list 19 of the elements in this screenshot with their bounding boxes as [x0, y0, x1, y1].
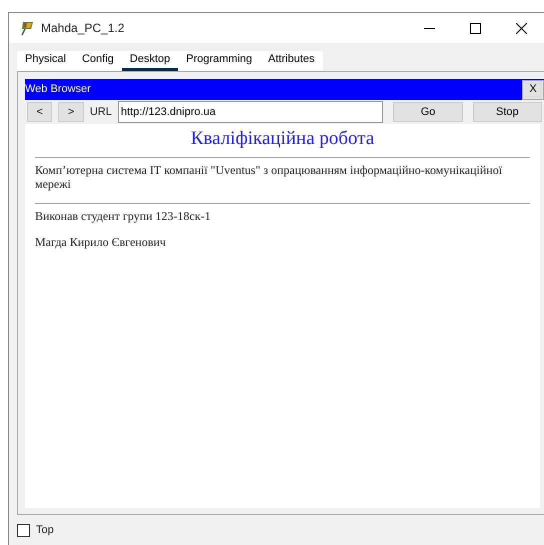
checkbox[interactable] — [17, 524, 30, 536]
page-heading: Кваліфікаційна робота — [190, 128, 376, 151]
url-label: URL — [90, 104, 112, 120]
paragraph: Комп’ютерна система ІТ компанії "Uventus" з опрацюванням інформаційно-комунікаційної мережі — [35, 164, 504, 192]
forward-button[interactable]: > — [58, 102, 84, 122]
back-button[interactable]: < — [27, 102, 52, 122]
url-field[interactable]: http://123.dnipro.ua — [118, 101, 384, 123]
close-button[interactable]: X — [522, 80, 544, 100]
stop-button[interactable]: Stop — [472, 102, 542, 122]
window-title: Mahda_PC_1.2 — [41, 20, 124, 37]
tab[interactable]: Desktop — [122, 51, 178, 71]
app-icon — [19, 20, 35, 36]
go-button[interactable]: Go — [393, 102, 463, 122]
browser-title: Web Browser — [25, 82, 91, 98]
close-icon[interactable] — [516, 22, 526, 34]
checkbox-label: Top — [36, 522, 54, 538]
text-line: Виконав студент групи 123-18ск-1 — [35, 210, 212, 224]
maximize-icon[interactable] — [470, 22, 480, 34]
text-line: Магда Кирило Євгенович — [35, 236, 167, 250]
